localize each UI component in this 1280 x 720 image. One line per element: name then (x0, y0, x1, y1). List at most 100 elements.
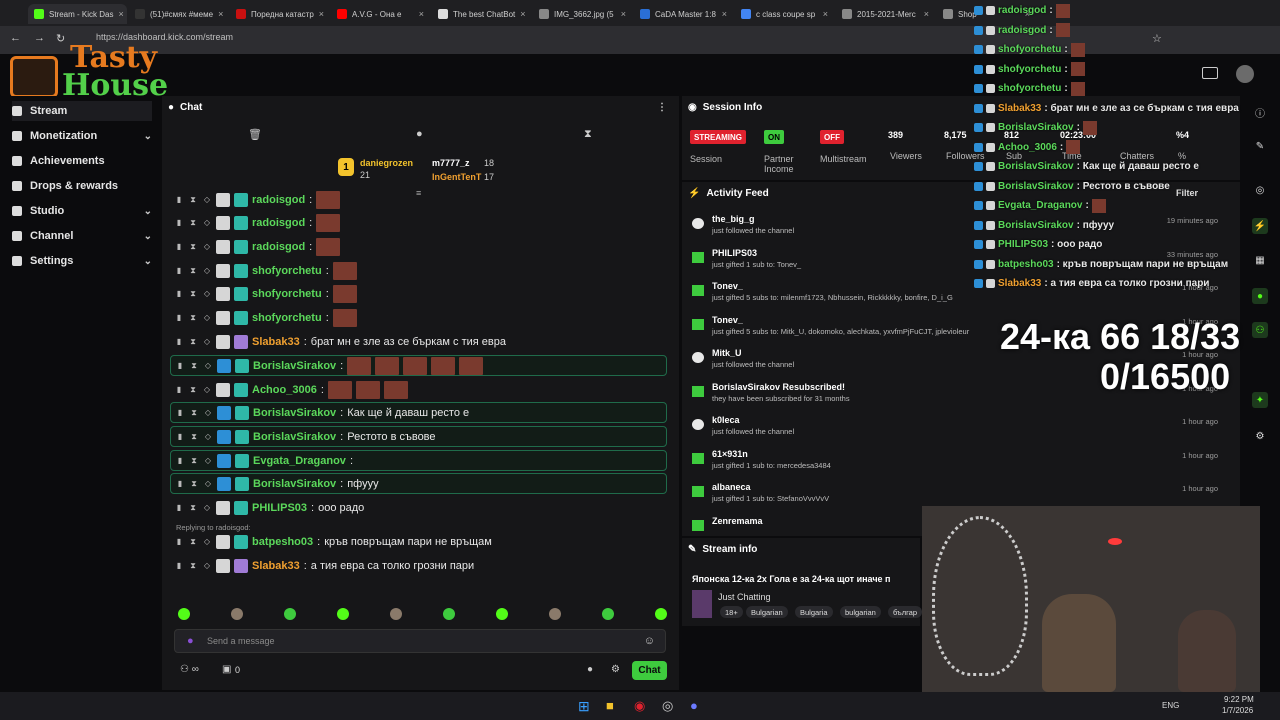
shield-icon[interactable]: ◇ (203, 456, 213, 465)
shield-icon[interactable]: ◇ (202, 242, 212, 251)
trash-icon[interactable]: ▮ (174, 266, 184, 275)
lightning-rail-icon[interactable]: ⚡ (1252, 218, 1268, 234)
timer-icon[interactable]: ⧗ (188, 289, 198, 299)
trash-icon[interactable]: ▮ (174, 218, 184, 227)
browser-tab[interactable]: A.V.G - Она е × (331, 4, 430, 24)
sidebar-item-monetization[interactable]: Monetization ⌄ (12, 126, 152, 146)
timer-icon[interactable]: ⧗ (189, 432, 199, 442)
emote-picker-icon[interactable] (231, 608, 243, 620)
leaderboard-first-name[interactable]: daniegrozen (360, 158, 413, 168)
timer-icon[interactable]: ⧗ (188, 337, 198, 347)
close-icon[interactable]: × (823, 9, 828, 19)
browser-tab[interactable]: The best ChatBot × (432, 4, 531, 24)
edit-icon[interactable]: ✎ (1252, 138, 1268, 154)
chat-username[interactable]: shofyorchetu (252, 288, 322, 300)
emote-picker-icon[interactable] (549, 608, 561, 620)
chat-username[interactable]: batpesho03 (252, 536, 313, 548)
chevron-down-icon[interactable]: ⌄ (144, 231, 152, 242)
activity-name[interactable]: albaneca (712, 482, 751, 492)
sidebar-item-drops[interactable]: Drops & rewards (12, 176, 152, 196)
sidebar-item-stream[interactable]: Stream (12, 101, 152, 121)
emote-picker-icon[interactable] (602, 608, 614, 620)
shield-icon[interactable]: ◇ (202, 503, 212, 512)
settings-rail-icon[interactable]: ⚙ (1252, 428, 1268, 444)
timer-icon[interactable]: ⧗ (189, 361, 199, 371)
close-icon[interactable]: × (419, 9, 424, 19)
emote-picker-icon[interactable] (655, 608, 667, 620)
close-icon[interactable]: × (520, 9, 525, 19)
chat-username[interactable]: radoisgod (252, 241, 305, 253)
chat-username[interactable]: Slabak33 (252, 560, 300, 572)
app-icon[interactable]: ◎ (662, 698, 673, 714)
sidebar-item-settings[interactable]: Settings ⌄ (12, 251, 152, 271)
chat-username[interactable]: BorislavSirakov (253, 478, 336, 490)
timer-icon[interactable]: ⧗ (188, 537, 198, 547)
browser-tab[interactable]: Stream - Kick Das × (28, 4, 127, 24)
clock-time[interactable]: 9:22 PM (1224, 695, 1254, 704)
discord-icon[interactable]: ● (690, 698, 698, 713)
bookmark-star-icon[interactable]: ☆ (1152, 32, 1162, 45)
chat-username[interactable]: radoisgod (252, 217, 305, 229)
activity-name[interactable]: 61×931n (712, 449, 748, 459)
chat-username[interactable]: Evgata_Draganov (253, 455, 346, 467)
shield-icon[interactable]: ◇ (203, 361, 213, 370)
trash-icon[interactable]: ▮ (174, 289, 184, 298)
chevron-down-icon[interactable]: ⌄ (144, 131, 152, 142)
emote-picker-icon[interactable] (178, 608, 190, 620)
more-options-icon[interactable]: ⋮ (657, 102, 667, 113)
shield-icon[interactable]: ◇ (202, 266, 212, 275)
shield-icon[interactable]: ◇ (203, 432, 213, 441)
activity-name[interactable]: BorislavSirakov Resubscribed! (712, 382, 845, 392)
shield-icon[interactable]: ◇ (202, 337, 212, 346)
sidebar-item-studio[interactable]: Studio ⌄ (12, 201, 152, 221)
timer-icon[interactable]: ⧗ (189, 456, 199, 466)
status-pill-off[interactable]: OFF (820, 130, 844, 144)
stream-tag[interactable]: Bulgaria (795, 606, 833, 618)
clock-date[interactable]: 1/7/2026 (1222, 706, 1253, 715)
trash-icon[interactable]: ▮ (175, 361, 185, 370)
shield-icon[interactable]: ◇ (202, 537, 212, 546)
activity-name[interactable]: Tonev_ (712, 315, 743, 325)
grid-icon[interactable]: ▦ (1252, 252, 1268, 268)
trash-icon[interactable]: ▮ (175, 456, 185, 465)
chat-username[interactable]: BorislavSirakov (253, 407, 336, 419)
shield-icon[interactable]: ◇ (203, 479, 213, 488)
chevron-down-icon[interactable]: ⌄ (144, 256, 152, 267)
emoji-icon[interactable]: ☺ (644, 635, 655, 647)
timer-icon[interactable]: ⧗ (188, 385, 198, 395)
browser-tab[interactable]: (51)#смях #меме × (129, 4, 228, 24)
stream-tag[interactable]: bulgarian (840, 606, 881, 618)
browser-tab[interactable]: c class coupe sp × (735, 4, 834, 24)
target-icon[interactable]: ◎ (1252, 182, 1268, 198)
timer-icon[interactable]: ⧗ (188, 218, 198, 228)
trash-icon[interactable]: ▮ (174, 537, 184, 546)
mic-icon[interactable]: ● (187, 635, 194, 647)
timer-icon[interactable]: ⧗ (188, 313, 198, 323)
chrome-icon[interactable]: ◉ (634, 698, 645, 714)
close-icon[interactable]: × (218, 9, 223, 19)
trash-icon[interactable]: ▮ (174, 195, 184, 204)
shield-icon[interactable]: ◇ (202, 561, 212, 570)
emote-picker-icon[interactable] (496, 608, 508, 620)
chat-username[interactable]: Achoo_3006 (252, 384, 317, 396)
info-icon[interactable]: ⓘ (1252, 104, 1268, 120)
status-pill-streaming[interactable]: STREAMING (690, 130, 746, 144)
chat-mode-icon[interactable]: ● (416, 128, 423, 140)
chat-username[interactable]: Slabak33 (252, 336, 300, 348)
stream-tag[interactable]: Bulgarian (746, 606, 788, 618)
trash-icon[interactable]: ▮ (174, 385, 184, 394)
status-pill-on[interactable]: ON (764, 130, 784, 144)
activity-name[interactable]: the_big_g (712, 214, 755, 224)
shield-icon[interactable]: ◇ (202, 313, 212, 322)
trash-icon[interactable]: ▮ (174, 503, 184, 512)
timer-icon[interactable]: ⧗ (584, 128, 592, 141)
shield-icon[interactable]: ◇ (202, 385, 212, 394)
chat-username[interactable]: BorislavSirakov (253, 360, 336, 372)
trash-icon[interactable]: ▮ (175, 408, 185, 417)
trash-icon[interactable]: ▮ (174, 561, 184, 570)
activity-name[interactable]: Zenremama (712, 516, 763, 526)
leaderboard-third-name[interactable]: InGentTenT (432, 172, 481, 182)
close-icon[interactable]: × (924, 9, 929, 19)
file-explorer-icon[interactable]: ■ (606, 698, 614, 713)
stream-tag[interactable]: българ (888, 606, 923, 618)
